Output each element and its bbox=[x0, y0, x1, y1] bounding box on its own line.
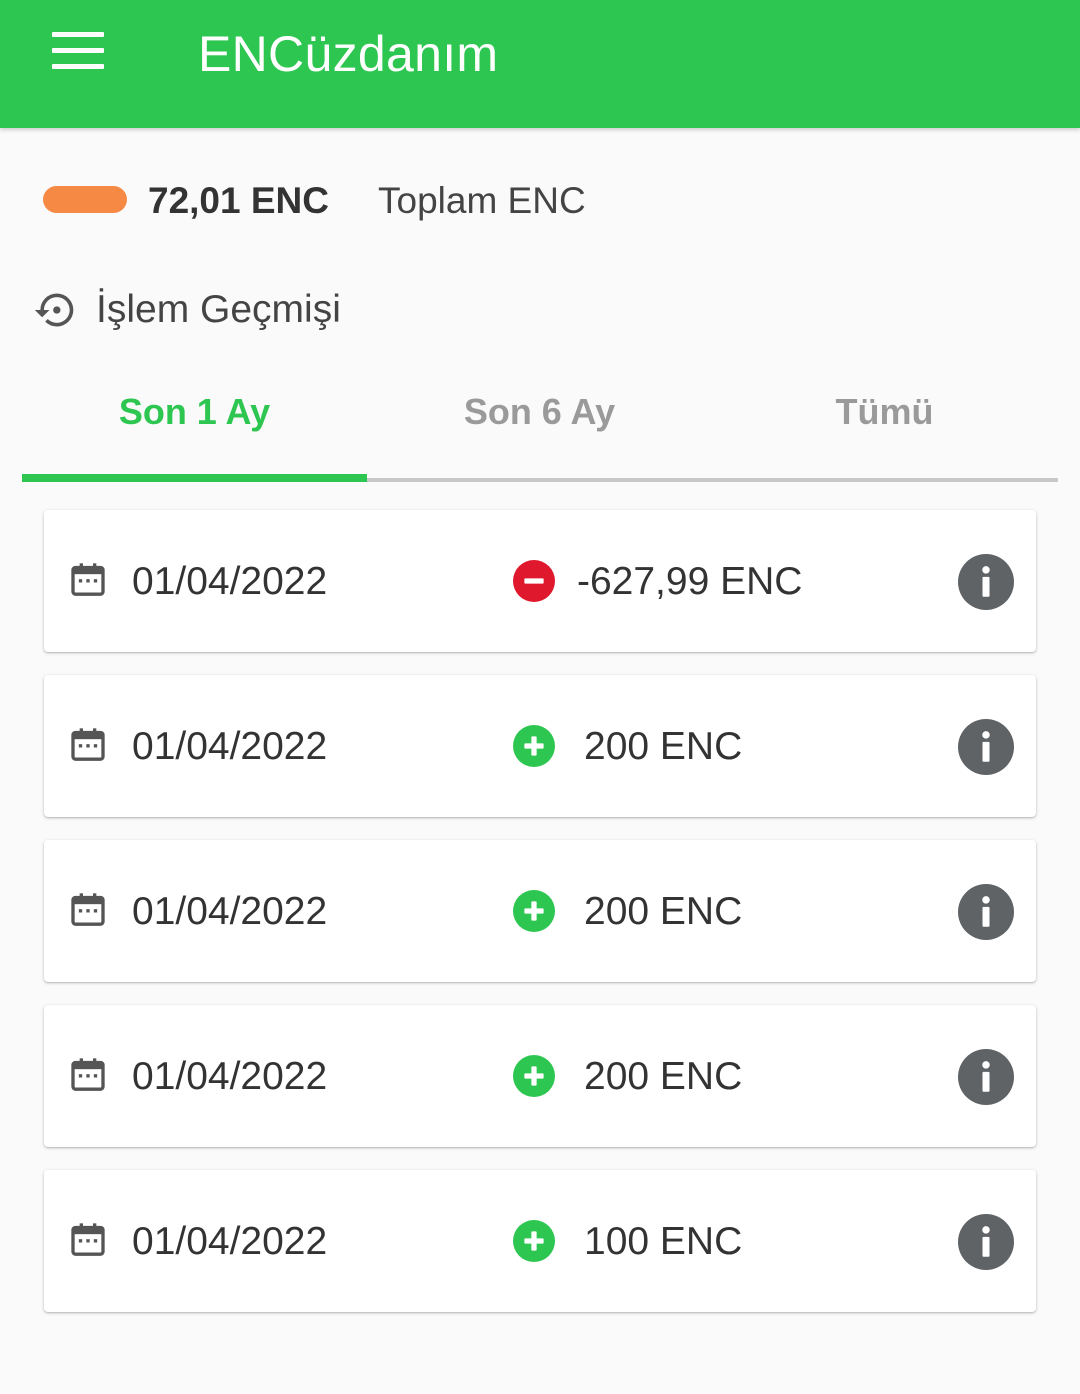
app-title: ENCüzdanım bbox=[198, 26, 499, 82]
tab-son-1-ay[interactable]: Son 1 Ay bbox=[22, 370, 367, 478]
transaction-card: 01/04/2022 -627,99 ENC bbox=[44, 510, 1036, 652]
transaction-date: 01/04/2022 bbox=[132, 1055, 328, 1098]
minus-circle-icon bbox=[513, 560, 555, 602]
info-icon[interactable] bbox=[958, 554, 1014, 610]
balance-summary: 72,01 ENC Toplam ENC bbox=[0, 170, 1080, 232]
history-icon bbox=[34, 293, 74, 327]
transaction-card: 01/04/2022 100 ENC bbox=[44, 1170, 1036, 1312]
plus-circle-icon bbox=[513, 1220, 555, 1262]
balance-amount: 72,01 ENC bbox=[148, 180, 329, 221]
transaction-card: 01/04/2022 200 ENC bbox=[44, 1005, 1036, 1147]
calendar-icon bbox=[71, 1058, 105, 1091]
tab-tumu[interactable]: Tümü bbox=[712, 370, 1057, 478]
calendar-icon bbox=[71, 893, 105, 926]
period-tabs: Son 1 Ay Son 6 Ay Tümü bbox=[22, 370, 1058, 482]
calendar-icon bbox=[71, 728, 105, 761]
hamburger-menu-icon[interactable] bbox=[40, 22, 114, 80]
balance-indicator-pill bbox=[43, 186, 127, 213]
info-icon[interactable] bbox=[958, 1049, 1014, 1105]
transaction-amount: 200 ENC bbox=[584, 890, 743, 933]
balance-label: Toplam ENC bbox=[378, 180, 586, 221]
transaction-amount: 100 ENC bbox=[584, 1220, 743, 1263]
transaction-card: 01/04/2022 200 ENC bbox=[44, 840, 1036, 982]
plus-circle-icon bbox=[513, 890, 555, 932]
tab-son-6-ay[interactable]: Son 6 Ay bbox=[367, 370, 712, 478]
transaction-list: 01/04/2022 -627,99 ENC 01/04/2022 200 EN… bbox=[44, 510, 1036, 1335]
info-icon[interactable] bbox=[958, 1214, 1014, 1270]
calendar-icon bbox=[71, 1223, 105, 1256]
menu-bar bbox=[52, 48, 104, 53]
active-tab-indicator bbox=[22, 474, 367, 482]
app-bar: ENCüzdanım bbox=[0, 0, 1080, 128]
transaction-amount: -627,99 ENC bbox=[577, 560, 803, 603]
transaction-amount: 200 ENC bbox=[584, 1055, 743, 1098]
menu-bar bbox=[52, 64, 104, 69]
info-icon[interactable] bbox=[958, 884, 1014, 940]
menu-bar bbox=[52, 32, 104, 37]
transaction-date: 01/04/2022 bbox=[132, 725, 328, 768]
transaction-card: 01/04/2022 200 ENC bbox=[44, 675, 1036, 817]
transaction-amount: 200 ENC bbox=[584, 725, 743, 768]
plus-circle-icon bbox=[513, 725, 555, 767]
history-header: İşlem Geçmişi bbox=[0, 280, 1080, 340]
transaction-date: 01/04/2022 bbox=[132, 560, 328, 603]
transaction-date: 01/04/2022 bbox=[132, 1220, 328, 1263]
info-icon[interactable] bbox=[958, 719, 1014, 775]
plus-circle-icon bbox=[513, 1055, 555, 1097]
calendar-icon bbox=[71, 563, 105, 596]
transaction-date: 01/04/2022 bbox=[132, 890, 328, 933]
history-title: İşlem Geçmişi bbox=[96, 288, 341, 331]
